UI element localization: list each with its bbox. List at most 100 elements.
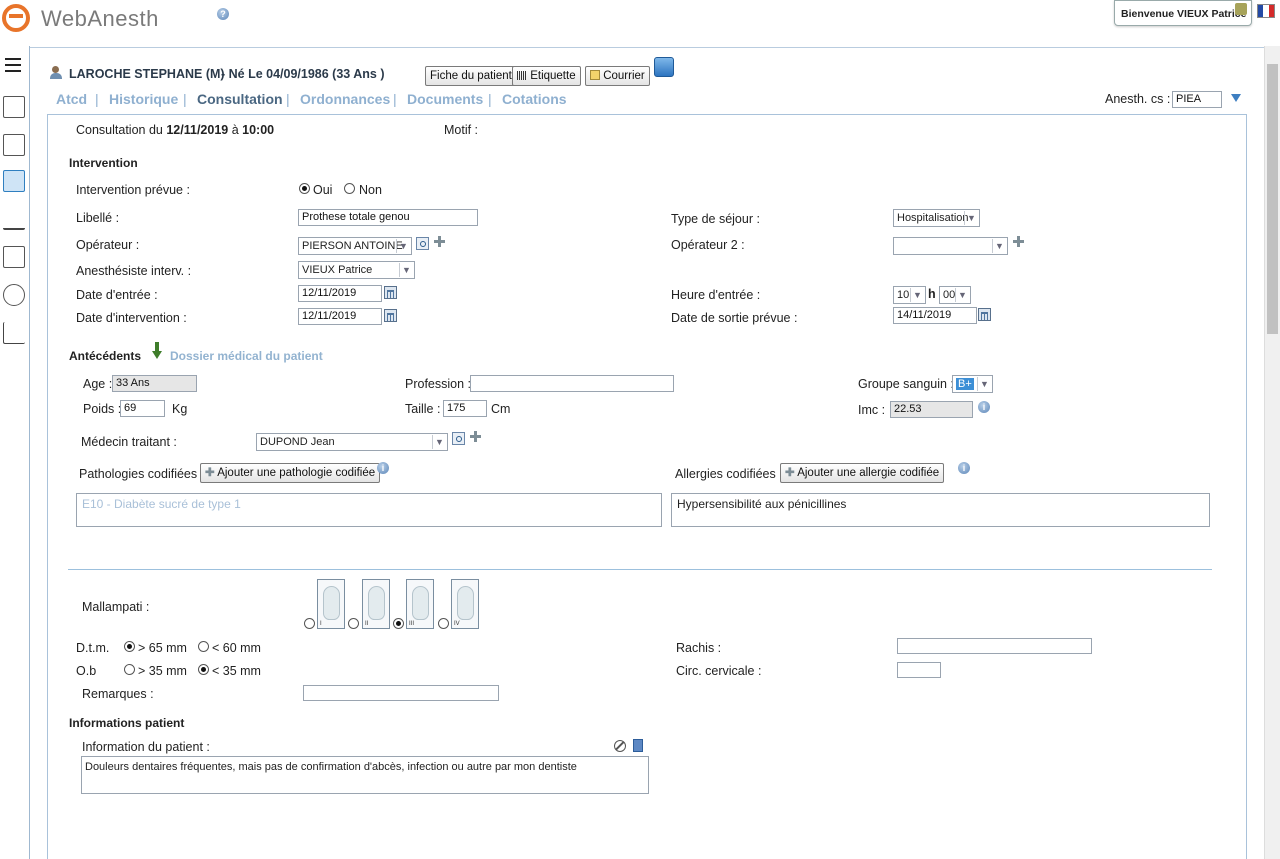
- tab-consultation[interactable]: Consultation: [197, 91, 283, 107]
- anesthesiste-label: Anesthésiste interv. :: [76, 264, 192, 278]
- mallampati-radio-4[interactable]: [438, 618, 449, 629]
- imc-label: Imc :: [858, 403, 886, 417]
- content-panel: [47, 114, 1247, 859]
- heure-select[interactable]: 10 ▼: [893, 286, 926, 304]
- mallampati-radio-3[interactable]: [393, 618, 404, 629]
- chart-icon[interactable]: [3, 322, 25, 344]
- date-sortie-calendar-icon[interactable]: [978, 308, 991, 321]
- poids-input[interactable]: 69: [120, 400, 165, 417]
- date-intervention-input[interactable]: 12/11/2019: [298, 308, 382, 325]
- ob-label: O.b: [76, 664, 97, 678]
- help-icon[interactable]: ?: [217, 8, 229, 20]
- bed-icon[interactable]: [3, 208, 25, 230]
- medecin-select[interactable]: DUPOND Jean ▼: [256, 433, 448, 451]
- refresh-icon[interactable]: [654, 57, 674, 77]
- heure-separator: h: [928, 287, 936, 301]
- allergies-label: Allergies codifiées :: [675, 467, 783, 481]
- rachis-label: Rachis :: [676, 641, 722, 655]
- team-icon[interactable]: [3, 134, 25, 156]
- calendar-icon[interactable]: [3, 96, 25, 118]
- imc-info-icon[interactable]: i: [978, 401, 990, 413]
- type-sejour-select[interactable]: Hospitalisation ▼: [893, 209, 980, 227]
- groupe-sanguin-select[interactable]: B+ ▼: [952, 375, 993, 393]
- operateur-search-icon[interactable]: [416, 237, 429, 250]
- anesthesiste-select[interactable]: VIEUX Patrice ▼: [298, 261, 415, 279]
- dtm-label: D.t.m.: [76, 641, 110, 655]
- taille-input[interactable]: 175: [443, 400, 487, 417]
- allergie-item[interactable]: Hypersensibilité aux pénicillines: [677, 497, 846, 511]
- clear-icon[interactable]: [614, 740, 626, 752]
- date-entree-input[interactable]: 12/11/2019: [298, 285, 382, 302]
- operateur2-select[interactable]: ▼: [893, 237, 1008, 255]
- pencil-icon: [590, 70, 600, 80]
- add-pathologie-button[interactable]: ✚ Ajouter une pathologie codifiée: [200, 463, 381, 483]
- add-allergie-button[interactable]: ✚ Ajouter une allergie codifiée: [780, 463, 945, 483]
- add-pathologie-label: Ajouter une pathologie codifiée: [217, 467, 376, 479]
- age-field: 33 Ans: [112, 375, 197, 392]
- intervention-non-radio[interactable]: [344, 183, 355, 194]
- pathologies-label: Pathologies codifiées :: [79, 467, 205, 481]
- barcode-icon: [517, 71, 527, 80]
- allergies-list[interactable]: Hypersensibilité aux pénicillines: [671, 493, 1210, 527]
- remarques-input[interactable]: [303, 685, 499, 701]
- allergies-info-icon[interactable]: i: [958, 462, 970, 474]
- dossier-medical-link[interactable]: Dossier médical du patient: [170, 349, 323, 363]
- mallampati-radio-2[interactable]: [348, 618, 359, 629]
- ob-opt2-radio[interactable]: [198, 664, 209, 675]
- libelle-input[interactable]: Prothese totale genou: [298, 209, 478, 226]
- medecin-label: Médecin traitant :: [81, 435, 177, 449]
- etiquette-button[interactable]: Etiquette: [512, 66, 581, 86]
- anesth-cs-field[interactable]: PIEA: [1172, 91, 1222, 108]
- mallampati-radio-1[interactable]: [304, 618, 315, 629]
- user-icon[interactable]: [1235, 3, 1247, 15]
- mail-icon[interactable]: [3, 246, 25, 268]
- date-intervention-calendar-icon[interactable]: [384, 309, 397, 322]
- date-entree-label: Date d'entrée :: [76, 288, 158, 302]
- taille-unit: Cm: [491, 402, 511, 416]
- intervention-oui-label: Oui: [313, 183, 333, 197]
- operateur-add-icon[interactable]: [434, 236, 445, 247]
- imc-field: 22.53: [890, 401, 973, 418]
- intervention-oui-radio[interactable]: [299, 183, 310, 194]
- date-entree-calendar-icon[interactable]: [384, 286, 397, 299]
- flag-fr-icon[interactable]: [1257, 4, 1275, 18]
- tab-atcd[interactable]: Atcd: [56, 91, 87, 107]
- menu-icon[interactable]: [5, 58, 21, 72]
- pathologie-item[interactable]: E10 - Diabète sucré de type 1: [82, 497, 241, 511]
- minute-select[interactable]: 00 ▼: [939, 286, 971, 304]
- consultation-time: 10:00: [242, 123, 275, 137]
- mallampati-class-4-icon: IV: [451, 579, 479, 629]
- scrollbar[interactable]: [1264, 46, 1280, 859]
- dtm-opt1-radio[interactable]: [124, 641, 135, 652]
- medical-kit-icon[interactable]: [3, 170, 25, 192]
- collapse-arrow-icon[interactable]: [1231, 94, 1241, 102]
- info-patient-textarea[interactable]: Douleurs dentaires fréquentes, mais pas …: [81, 756, 649, 794]
- operateur2-add-icon[interactable]: [1013, 236, 1024, 247]
- tab-ordonnances[interactable]: Ordonnances: [300, 91, 390, 107]
- fiche-patient-button[interactable]: Fiche du patient: [425, 66, 517, 86]
- tab-cotations[interactable]: Cotations: [502, 91, 567, 107]
- remarques-label: Remarques :: [82, 687, 154, 701]
- pathologies-list[interactable]: E10 - Diabète sucré de type 1: [76, 493, 662, 527]
- dtm-opt2-radio[interactable]: [198, 641, 209, 652]
- ob-opt1-radio[interactable]: [124, 664, 135, 675]
- intervention-non-label: Non: [359, 183, 382, 197]
- medecin-search-icon[interactable]: [452, 432, 465, 445]
- operateur-select[interactable]: PIERSON ANTOINE ▼: [298, 237, 412, 255]
- operateur2-label: Opérateur 2 :: [671, 238, 745, 252]
- circ-cervicale-input[interactable]: [897, 662, 941, 678]
- date-sortie-input[interactable]: 14/11/2019: [893, 307, 977, 324]
- tab-documents[interactable]: Documents: [407, 91, 483, 107]
- document-icon[interactable]: [633, 739, 643, 752]
- mallampati-class-1-icon: I: [317, 579, 345, 629]
- rachis-input[interactable]: [897, 638, 1092, 654]
- intervention-title: Intervention: [69, 156, 138, 170]
- tab-historique[interactable]: Historique: [109, 91, 178, 107]
- user-circle-icon[interactable]: [3, 284, 25, 306]
- medecin-add-icon[interactable]: [470, 431, 481, 442]
- mallampati-label: Mallampati :: [82, 600, 150, 614]
- profession-input[interactable]: [470, 375, 674, 392]
- courrier-button[interactable]: Courrier: [585, 66, 650, 86]
- pathologies-info-icon[interactable]: i: [377, 462, 389, 474]
- date-intervention-label: Date d'intervention :: [76, 311, 187, 325]
